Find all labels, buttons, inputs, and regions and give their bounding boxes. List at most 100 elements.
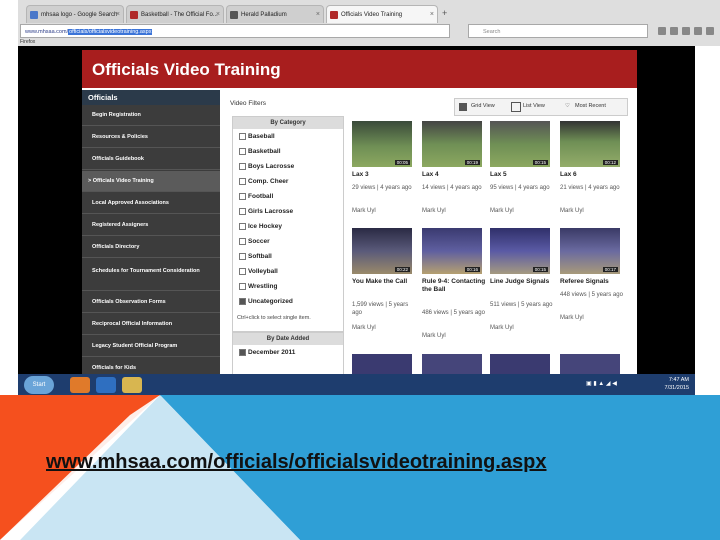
filter-ice-hockey[interactable]: Ice Hockey [239, 223, 282, 230]
url-caption[interactable]: www.mhsaa.com/officials/officialsvideotr… [46, 451, 720, 474]
video-title[interactable]: Lax 5 [490, 171, 556, 179]
video-thumbnail[interactable]: 00:12 [560, 121, 620, 167]
video-title[interactable]: Referee Signals [560, 278, 626, 286]
tab-basketball[interactable]: Basketball - The Official Fo... × [126, 5, 224, 23]
video-thumbnail[interactable] [422, 354, 482, 374]
filter-december-2011[interactable]: December 2011 [239, 349, 295, 356]
download-icon[interactable] [682, 27, 690, 35]
sidebar-item-directory[interactable]: Officials Directory [82, 237, 220, 258]
google-favicon-icon [30, 11, 38, 19]
video-title[interactable]: Line Judge Signals [490, 278, 556, 286]
video-thumbnail[interactable]: 00:05 [352, 121, 412, 167]
filter-wrestling[interactable]: Wrestling [239, 283, 278, 290]
bookmarks-icon[interactable] [670, 27, 678, 35]
sidebar-item-begin-registration[interactable]: Begin Registration [82, 105, 220, 126]
sidebar-item-guidebook[interactable]: Officials Guidebook [82, 149, 220, 170]
checkbox-checked[interactable] [239, 349, 246, 356]
video-title[interactable]: Rule 9-4: Contacting the Ball [422, 278, 488, 294]
video-meta: 486 views | 5 years ago [422, 310, 485, 316]
video-thumbnail[interactable]: 00:15 [490, 121, 550, 167]
checkbox[interactable] [239, 268, 246, 275]
sidebar-item-video-training[interactable]: > Officials Video Training [82, 171, 220, 192]
close-icon[interactable]: × [316, 6, 320, 23]
filter-baseball[interactable]: Baseball [239, 133, 275, 140]
video-thumbnail[interactable]: 00:17 [560, 228, 620, 274]
sidebar-item-resources[interactable]: Resources & Policies [82, 127, 220, 148]
bookmark-star-icon[interactable] [658, 27, 666, 35]
filter-volleyball[interactable]: Volleyball [239, 268, 278, 275]
sidebar-item-schedules[interactable]: Schedules for Tournament Consideration [82, 259, 220, 291]
folder-icon[interactable] [122, 377, 142, 393]
search-input[interactable]: Search [468, 24, 648, 38]
grid-view-button[interactable]: Grid View [471, 103, 495, 109]
checkbox[interactable] [239, 133, 246, 140]
checkbox[interactable] [239, 223, 246, 230]
checkbox[interactable] [239, 148, 246, 155]
tab-herald-palladium[interactable]: Herald Palladium × [226, 5, 324, 23]
checkbox[interactable] [239, 238, 246, 245]
video-thumbnail[interactable]: 00:16 [422, 228, 482, 274]
close-icon[interactable]: × [116, 6, 120, 23]
checkbox[interactable] [239, 283, 246, 290]
close-icon[interactable]: × [430, 6, 434, 23]
tab-officials-video-training[interactable]: Officials Video Training × [326, 5, 438, 23]
filter-girls-lacrosse[interactable]: Girls Lacrosse [239, 208, 293, 215]
video-duration: 00:19 [464, 160, 480, 165]
video-thumbnail[interactable] [490, 354, 550, 374]
tray-icons[interactable]: ▣ ▮ ▲ ◢ ◀ [586, 380, 646, 390]
grid-view-icon[interactable] [459, 103, 467, 111]
video-thumbnail[interactable] [560, 354, 620, 374]
ctrl-hint: Ctrl+click to select single item. [237, 315, 311, 321]
sidebar-item-assigners[interactable]: Registered Assigners [82, 215, 220, 236]
list-view-button[interactable]: List View [523, 103, 545, 109]
filter-label: December 2011 [248, 349, 296, 357]
list-view-icon[interactable] [511, 102, 521, 112]
close-icon[interactable]: × [216, 6, 220, 23]
filter-boys-lacrosse[interactable]: Boys Lacrosse [239, 163, 294, 170]
sidebar-item-associations[interactable]: Local Approved Associations [82, 193, 220, 214]
url-selected-text: officials/officialsvideotraining.aspx [68, 29, 153, 35]
address-bar[interactable]: www.mhsaa.com/officials/officialsvideotr… [20, 24, 450, 38]
video-title[interactable]: Lax 3 [352, 171, 418, 179]
checkbox[interactable] [239, 163, 246, 170]
sidebar-item-officials-for-kids[interactable]: Officials for Kids [82, 358, 220, 374]
sort-icon[interactable]: ♡ [565, 103, 570, 109]
checkbox[interactable] [239, 208, 246, 215]
sidebar-item-reciprocal[interactable]: Reciprocal Official Information [82, 314, 220, 335]
checkbox-checked[interactable] [239, 298, 246, 305]
filter-football[interactable]: Football [239, 193, 273, 200]
sidebar-item-observation-forms[interactable]: Officials Observation Forms [82, 292, 220, 313]
taskbar-clock[interactable]: 7:47 AM 7/31/2015 [665, 376, 689, 392]
sidebar-item-legacy[interactable]: Legacy Student Official Program [82, 336, 220, 357]
tab-google-search[interactable]: mhsaa logo - Google Search × [26, 5, 124, 23]
ie-icon[interactable] [96, 377, 116, 393]
new-tab-icon[interactable]: + [442, 8, 447, 18]
video-title[interactable]: Lax 4 [422, 171, 488, 179]
site-favicon-icon [230, 11, 238, 19]
most-recent-button[interactable]: Most Recent [575, 103, 606, 109]
video-author: Mark Uyl [352, 208, 376, 214]
start-button[interactable]: Start [24, 376, 54, 394]
filter-soccer[interactable]: Soccer [239, 238, 270, 245]
video-thumbnail[interactable]: 00:22 [352, 228, 412, 274]
filter-softball[interactable]: Softball [239, 253, 272, 260]
video-thumbnail[interactable]: 00:19 [422, 121, 482, 167]
filter-uncategorized[interactable]: Uncategorized [239, 298, 293, 305]
clock-time: 7:47 AM [668, 377, 689, 383]
video-duration: 00:16 [464, 267, 480, 272]
video-thumbnail[interactable] [352, 354, 412, 374]
filter-comp-cheer[interactable]: Comp. Cheer [239, 178, 288, 185]
menu-icon[interactable] [706, 27, 714, 35]
video-title[interactable]: Lax 6 [560, 171, 626, 179]
site-favicon-icon [130, 11, 138, 19]
checkbox[interactable] [239, 193, 246, 200]
filter-basketball[interactable]: Basketball [239, 148, 281, 155]
bookmark-firefox[interactable]: Firefox [20, 39, 35, 45]
checkbox[interactable] [239, 178, 246, 185]
checkbox[interactable] [239, 253, 246, 260]
home-icon[interactable] [694, 27, 702, 35]
firefox-icon[interactable] [70, 377, 90, 393]
filter-label: Softball [248, 253, 272, 261]
video-title[interactable]: You Make the Call [352, 278, 418, 286]
video-thumbnail[interactable]: 00:15 [490, 228, 550, 274]
